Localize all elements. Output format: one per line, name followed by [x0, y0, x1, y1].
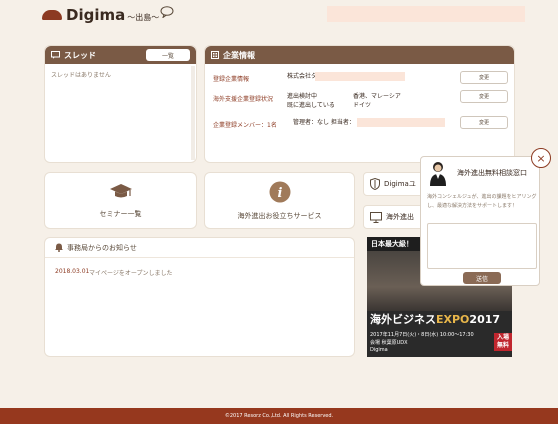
- thread-empty-text: スレッドはありません: [51, 72, 111, 79]
- consult-close-button[interactable]: ×: [531, 148, 551, 168]
- footer: ©2017 Resorz Co.,Ltd. All Rights Reserve…: [0, 408, 558, 424]
- member-redaction: [357, 118, 445, 127]
- consult-popup: 海外進出無料相談窓口 海外コンシェルジュが、進出の課題をヒアリングし、最適な解決…: [420, 156, 540, 286]
- useful-services-tile[interactable]: i 海外進出お役立ちサービス: [204, 172, 355, 229]
- news-title: 事務局からのお知らせ: [67, 243, 137, 252]
- member-roles-value: 管理者：なし 担当者：: [293, 119, 355, 126]
- shield-icon: [370, 178, 380, 190]
- consult-message-input[interactable]: [427, 223, 537, 269]
- expo-free-line1: 入場: [496, 334, 509, 341]
- support-countries-line2: ドイツ: [353, 102, 372, 109]
- news-card: 事務局からのお知らせ 2018.03.01 マイページをオープンしました: [44, 237, 355, 357]
- thread-card: スレッド 一覧 スレッドはありません: [44, 45, 197, 163]
- consult-header: 海外進出無料相談窓口: [421, 157, 539, 189]
- seminar-tile[interactable]: セミナー一覧: [44, 172, 197, 229]
- news-date: 2018.03.01: [55, 268, 90, 275]
- building-icon: [211, 51, 219, 59]
- company-card: 企業情報 登録企業情報 株式会社タ 変更 海外支援企業登録状況 進出検討中 既に…: [204, 45, 515, 163]
- expo-title: 海外ビジネスEXPO2017: [370, 311, 500, 327]
- consult-description: 海外コンシェルジュが、進出の課題をヒアリングし、最適な解決方法をサポートします！: [427, 194, 537, 209]
- expo-free-badge: 入場 無料: [494, 333, 512, 351]
- footer-copyright: ©2017 Resorz Co.,Ltd. All Rights Reserve…: [224, 413, 334, 419]
- expo-title-expo: EXPO: [436, 313, 470, 326]
- expo-title-year: 2017: [469, 313, 501, 326]
- member-count-label: 企業登録メンバー：1名: [213, 122, 277, 129]
- consult-send-button[interactable]: 送信: [463, 272, 501, 284]
- side-button-digima-label: Digimaユ: [384, 180, 416, 188]
- header: Digima ～出島～: [0, 0, 558, 30]
- useful-services-label: 海外進出お役立ちサービス: [237, 211, 322, 220]
- logo-subtitle: ～出島～: [127, 12, 160, 22]
- info-icon: i: [269, 181, 290, 202]
- thread-scrollbar[interactable]: [191, 66, 195, 160]
- company-card-header: 企業情報: [205, 46, 514, 64]
- concierge-avatar: [430, 162, 446, 186]
- chat-icon[interactable]: [160, 6, 174, 18]
- support-status-line1: 進出検討中: [287, 93, 318, 100]
- logo-mark-icon: [42, 10, 62, 20]
- expo-brand: Digima: [370, 347, 388, 353]
- news-header: 事務局からのお知らせ: [45, 238, 354, 258]
- news-text: マイページをオープンしました: [89, 270, 173, 277]
- expo-free-line2: 無料: [496, 342, 509, 349]
- side-button-overseas-label: 海外進出: [386, 213, 414, 221]
- company-name-value: 株式会社タ: [287, 73, 318, 80]
- expo-venue: 会場 秋葉原UDX: [370, 340, 408, 346]
- bell-icon: [55, 243, 63, 252]
- expo-date: 2017年11月7日(火)・8日(水) 10:00〜17:30: [370, 332, 474, 338]
- logo[interactable]: Digima ～出島～: [42, 6, 159, 24]
- support-countries-line1: 香港、マレーシア: [353, 93, 401, 100]
- logo-text: Digima: [66, 6, 126, 24]
- consult-title: 海外進出無料相談窓口: [457, 169, 527, 177]
- thread-card-header: スレッド 一覧: [45, 46, 196, 64]
- thread-title: スレッド: [64, 50, 96, 60]
- graduation-cap-icon: [109, 183, 132, 197]
- support-status-label: 海外支援企業登録状況: [213, 96, 274, 103]
- header-user-area[interactable]: [327, 6, 525, 22]
- member-change-button[interactable]: 変更: [460, 116, 508, 129]
- thread-list-button[interactable]: 一覧: [146, 49, 190, 61]
- monitor-icon: [370, 211, 382, 223]
- company-info-label: 登録企業情報: [213, 76, 250, 83]
- company-name-redaction: [315, 72, 405, 81]
- news-item[interactable]: 2018.03.01 マイページをオープンしました: [45, 258, 354, 287]
- support-status-line2: 既に進出している: [287, 102, 335, 109]
- company-title: 企業情報: [223, 50, 255, 60]
- company-info-change-button[interactable]: 変更: [460, 71, 508, 84]
- expo-title-main: 海外ビジネス: [370, 313, 436, 326]
- seminar-label: セミナー一覧: [99, 209, 142, 218]
- support-status-change-button[interactable]: 変更: [460, 90, 508, 103]
- svg-text:i: i: [277, 186, 282, 201]
- thread-icon: [51, 51, 60, 59]
